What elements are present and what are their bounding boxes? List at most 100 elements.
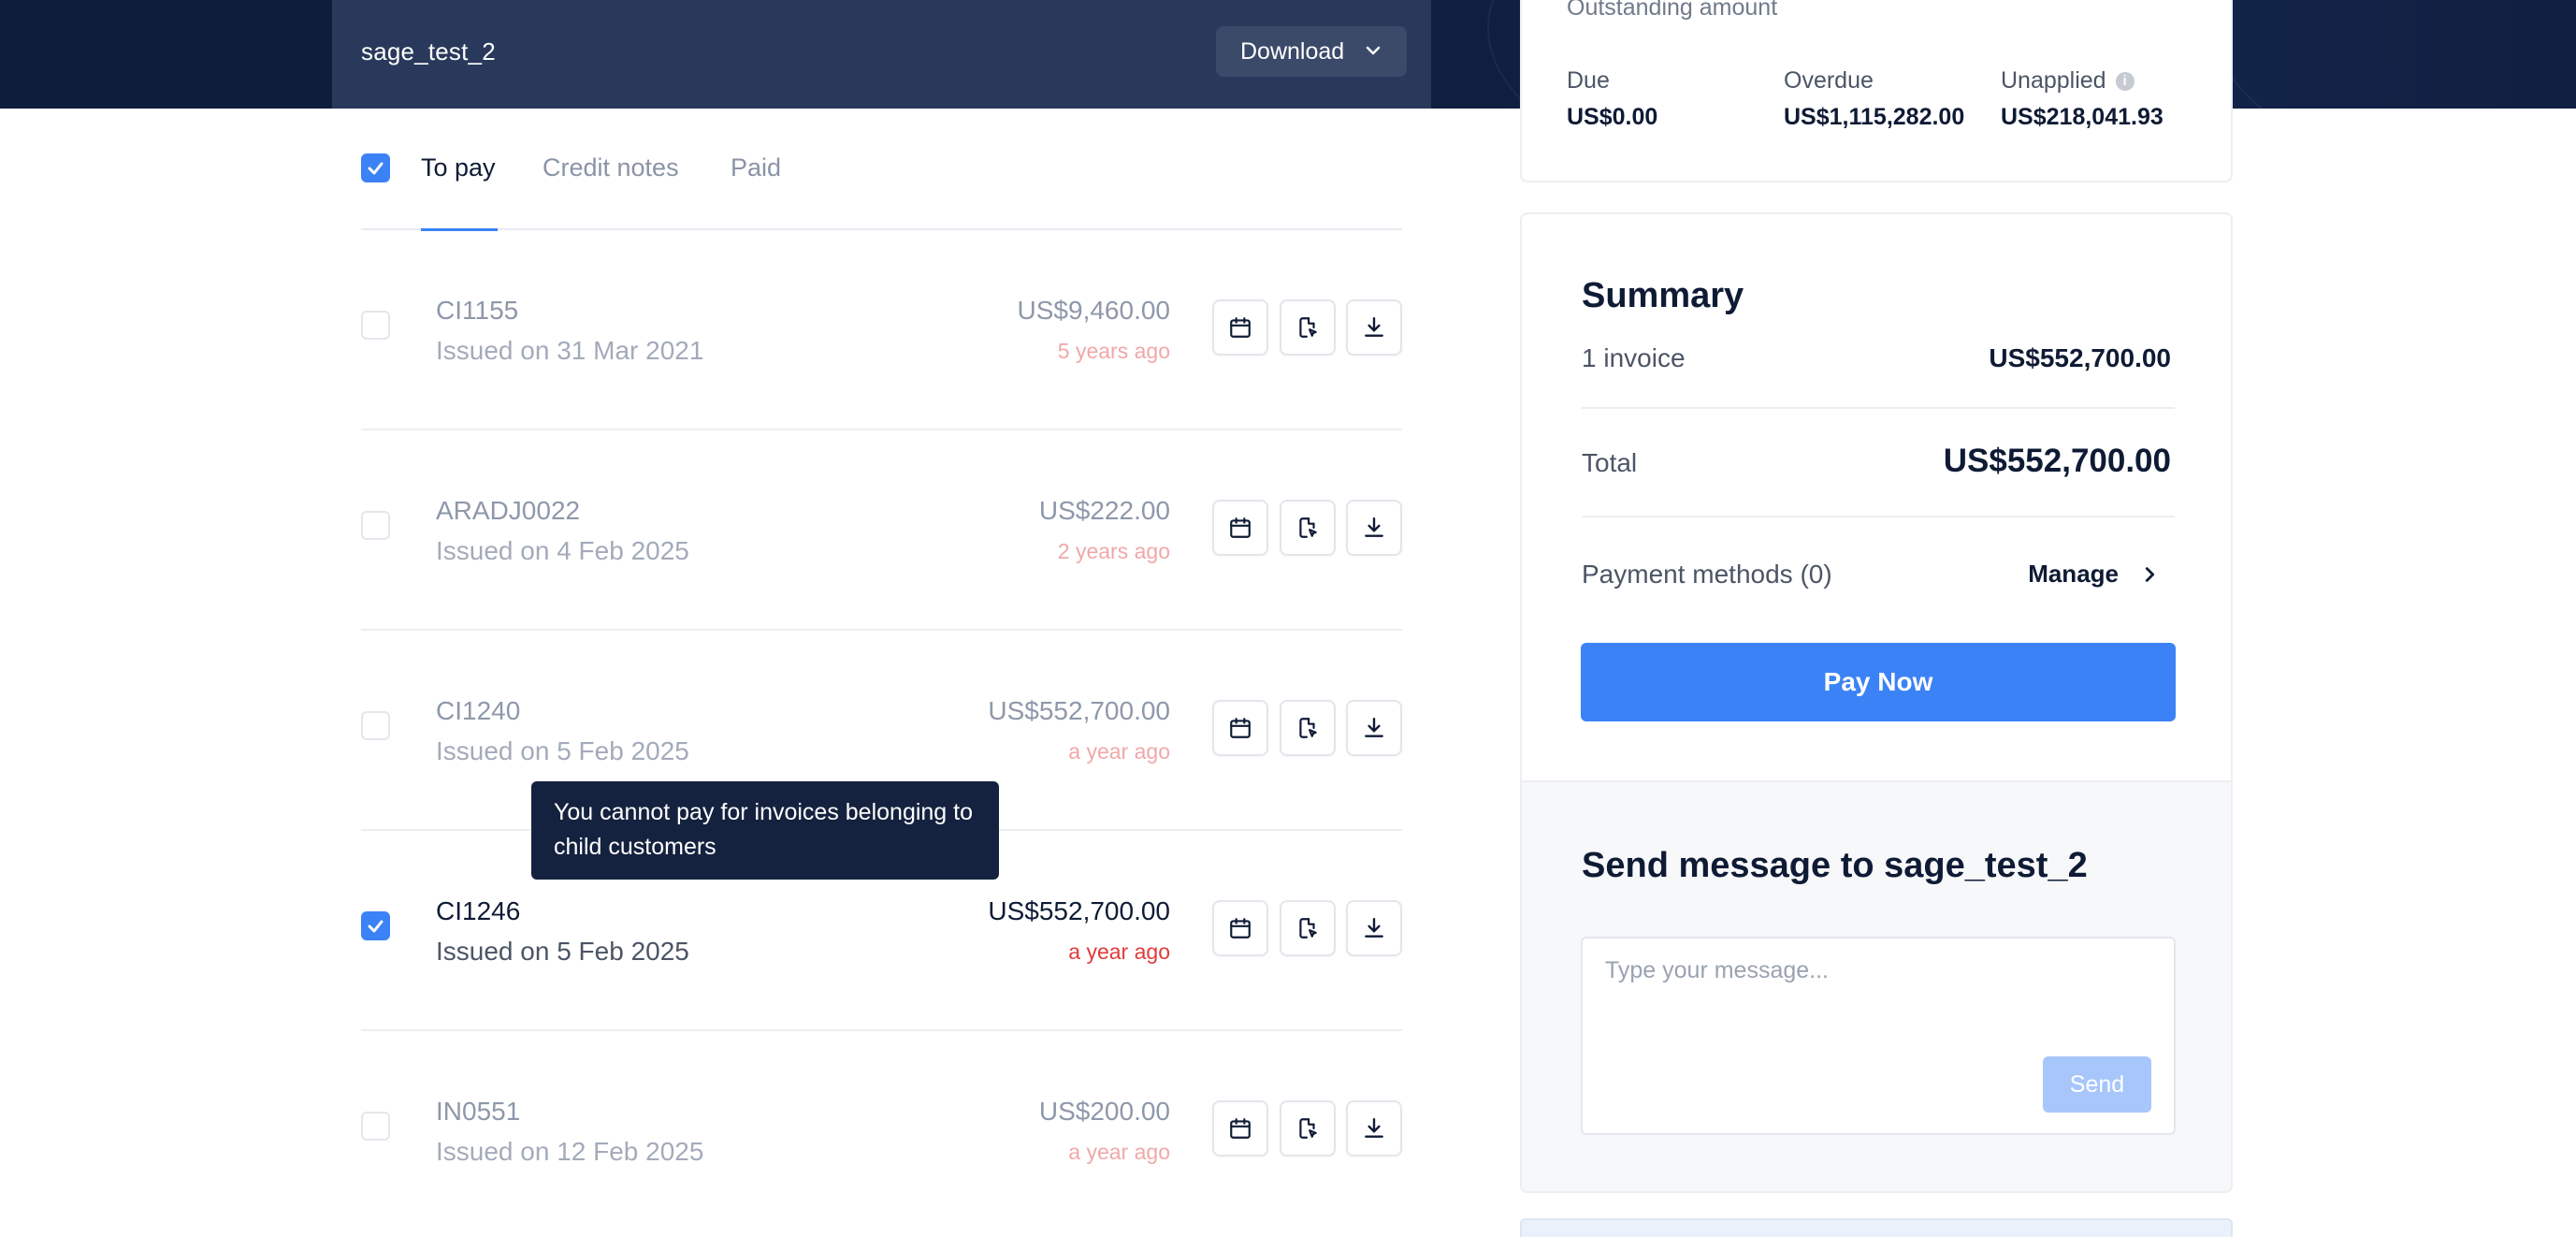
download-icon [1365, 718, 1383, 737]
download-invoice-button[interactable] [1346, 500, 1402, 556]
chevron-down-icon [1366, 46, 1381, 55]
invoice-age: 5 years ago [1057, 339, 1170, 363]
divider [1582, 407, 2175, 409]
total-label: Total [1582, 448, 1638, 477]
invoice-age: a year ago [1068, 739, 1170, 764]
document-cursor-icon [1299, 517, 1317, 538]
invoice-amount: US$552,700.00 [988, 896, 1170, 925]
message-title: Send message to sage_test_2 [1582, 846, 2088, 885]
decorative-panel [1520, 1218, 2233, 1237]
invoice-issued-date: Issued on 5 Feb 2025 [436, 736, 689, 765]
unapplied-stat: Unapplied i US$218,041.93 [2001, 67, 2164, 131]
download-invoice-button[interactable] [1346, 700, 1402, 756]
total-value: US$552,700.00 [1943, 443, 2171, 479]
overdue-stat: Overdue US$1,115,282.00 [1784, 67, 1964, 131]
manage-label: Manage [2028, 560, 2119, 588]
download-icon [1365, 1118, 1383, 1138]
invoice-number: CI1155 [436, 296, 519, 325]
customer-title: sage_test_2 [361, 37, 496, 65]
divider [1582, 516, 2175, 517]
invoice-age: a year ago [1068, 939, 1170, 964]
send-button[interactable]: Send [2043, 1056, 2151, 1113]
tab-credit-notes[interactable]: Credit notes [543, 153, 679, 182]
tooltip: You cannot pay for invoices belonging to… [531, 781, 999, 880]
download-label: Download [1240, 37, 1345, 65]
unapplied-label: Unapplied [2001, 67, 2106, 94]
schedule-button[interactable] [1212, 900, 1268, 956]
invoice-amount: US$552,700.00 [988, 696, 1170, 725]
download-button[interactable]: Download [1216, 26, 1407, 77]
invoice-issued-date: Issued on 12 Feb 2025 [436, 1137, 704, 1166]
message-box: Send [1581, 937, 2176, 1135]
check-icon [368, 162, 384, 175]
summary-card: Summary 1 invoice US$552,700.00 Total US… [1520, 212, 2233, 1193]
schedule-button[interactable] [1212, 299, 1268, 356]
due-value: US$0.00 [1567, 104, 1658, 130]
invoice-checkbox[interactable] [361, 511, 390, 540]
outstanding-card: Outstanding amount Due US$0.00 Overdue U… [1520, 0, 2233, 182]
document-header: sage_test_2 Download [332, 0, 1431, 109]
due-label: Due [1567, 67, 1610, 94]
calendar-icon [1230, 517, 1251, 538]
invoice-row: ARADJ0022 Issued on 4 Feb 2025 US$222.00… [361, 430, 1402, 631]
invoice-issued-date: Issued on 5 Feb 2025 [436, 937, 689, 966]
document-cursor-icon [1299, 918, 1317, 939]
invoice-count-value: US$552,700.00 [1989, 343, 2171, 372]
message-input[interactable] [1605, 957, 2148, 1051]
invoice-age: a year ago [1068, 1140, 1170, 1164]
banner-curve [2207, 0, 2576, 168]
download-icon [1365, 918, 1383, 938]
message-section: Send message to sage_test_2 Send [1522, 780, 2231, 1191]
view-invoice-button[interactable] [1280, 500, 1336, 556]
payment-methods-label: Payment methods (0) [1582, 560, 1832, 589]
invoice-checkbox[interactable] [361, 711, 390, 740]
tab-paid[interactable]: Paid [731, 153, 781, 182]
schedule-button[interactable] [1212, 700, 1268, 756]
check-icon [368, 920, 384, 933]
invoice-number: IN0551 [436, 1097, 521, 1126]
invoice-issued-date: Issued on 31 Mar 2021 [436, 336, 704, 365]
invoice-issued-date: Issued on 4 Feb 2025 [436, 536, 689, 565]
outstanding-title: Outstanding amount [1567, 0, 1778, 21]
document-cursor-icon [1299, 317, 1317, 338]
schedule-button[interactable] [1212, 1100, 1268, 1157]
invoice-checkbox[interactable] [361, 911, 390, 940]
view-invoice-button[interactable] [1280, 700, 1336, 756]
view-invoice-button[interactable] [1280, 299, 1336, 356]
document-cursor-icon [1299, 718, 1317, 738]
invoice-tabs: To pay Credit notes Paid [361, 140, 1402, 231]
invoice-checkbox[interactable] [361, 311, 390, 340]
download-invoice-button[interactable] [1346, 299, 1402, 356]
view-invoice-button[interactable] [1280, 900, 1336, 956]
invoice-checkbox[interactable] [361, 1112, 390, 1141]
schedule-button[interactable] [1212, 500, 1268, 556]
pay-now-button[interactable]: Pay Now [1581, 643, 2176, 721]
document-cursor-icon [1299, 1118, 1317, 1139]
info-icon[interactable]: i [2115, 71, 2135, 91]
summary-title: Summary [1582, 276, 1744, 315]
invoice-age: 2 years ago [1057, 539, 1170, 563]
calendar-icon [1230, 1118, 1251, 1139]
calendar-icon [1230, 317, 1251, 338]
tab-to-pay[interactable]: To pay [421, 153, 496, 182]
unapplied-label-row: Unapplied i [2001, 67, 2164, 95]
invoice-amount: US$200.00 [1038, 1097, 1170, 1126]
manage-payment-methods-link[interactable]: Manage [2028, 560, 2160, 589]
view-invoice-button[interactable] [1280, 1100, 1336, 1157]
chevron-right-icon [2145, 566, 2155, 582]
select-all-checkbox[interactable] [361, 153, 390, 182]
invoice-count-label: 1 invoice [1582, 343, 1686, 372]
invoice-row: CI1155 Issued on 31 Mar 2021 US$9,460.00… [361, 230, 1402, 430]
invoice-number: CI1246 [436, 896, 521, 925]
download-invoice-button[interactable] [1346, 900, 1402, 956]
invoice-row: IN0551 Issued on 12 Feb 2025 US$200.00 a… [361, 1031, 1402, 1231]
invoice-number: CI1240 [436, 696, 521, 725]
invoice-amount: US$222.00 [1038, 496, 1170, 525]
download-invoice-button[interactable] [1346, 1100, 1402, 1157]
due-stat: Due US$0.00 [1567, 67, 1657, 131]
unapplied-value: US$218,041.93 [2001, 104, 2164, 130]
banner-left [0, 0, 332, 109]
invoice-number: ARADJ0022 [436, 496, 581, 525]
download-icon [1365, 517, 1383, 537]
overdue-label: Overdue [1784, 67, 1874, 94]
